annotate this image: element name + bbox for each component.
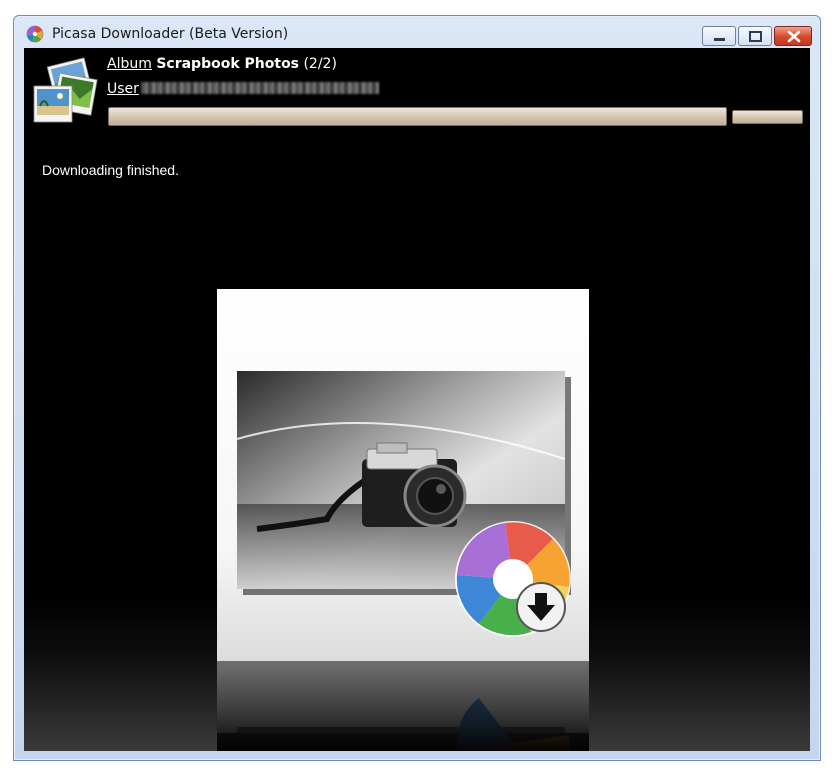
minimize-button[interactable] (702, 26, 736, 46)
album-info: Album Scrapbook Photos (2/2) (107, 56, 337, 72)
maximize-button[interactable] (738, 26, 772, 46)
picasa-pinwheel-icon (26, 25, 44, 43)
user-info: User (107, 81, 379, 97)
user-link[interactable]: User (107, 81, 139, 97)
camera-photo-download-logo (217, 289, 589, 751)
status-message: Downloading finished. (42, 162, 179, 178)
album-count: (2/2) (303, 56, 337, 72)
close-icon (787, 30, 801, 43)
album-name: Scrapbook Photos (156, 56, 300, 72)
close-button[interactable] (774, 26, 812, 46)
window-title: Picasa Downloader (Beta Version) (52, 26, 289, 42)
overall-progress-bar (108, 107, 727, 126)
minimize-icon (714, 38, 725, 41)
file-progress-bar (732, 110, 803, 124)
main-panel: Album Scrapbook Photos (2/2) User Downlo… (24, 48, 810, 751)
photo-stack-icon (32, 56, 98, 126)
title-bar[interactable]: Picasa Downloader (Beta Version) (14, 16, 820, 50)
redacted-user-email (140, 82, 379, 94)
album-link[interactable]: Album (107, 56, 152, 72)
maximize-icon (749, 31, 762, 42)
